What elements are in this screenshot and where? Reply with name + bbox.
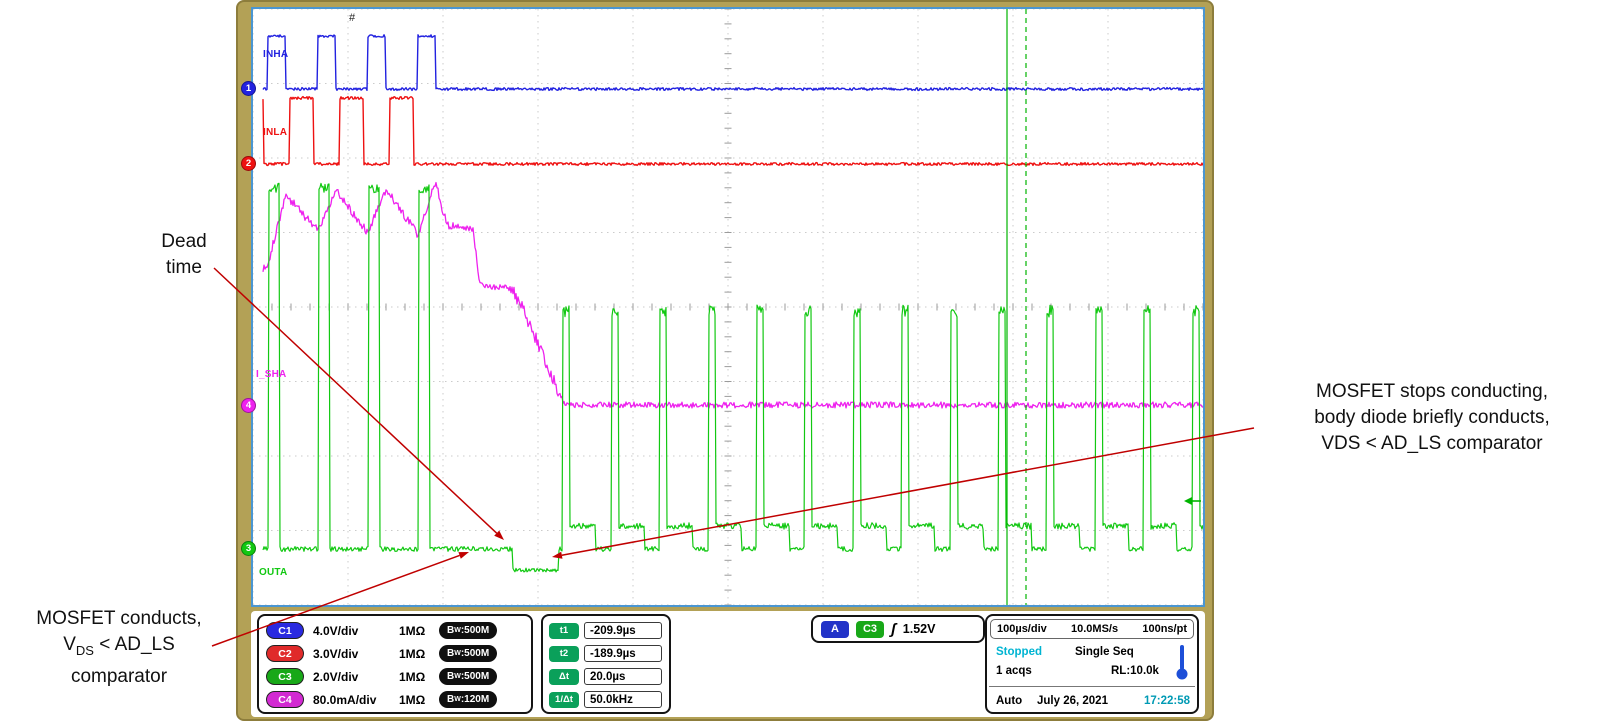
cursor-row: Δt 20.0µs (549, 667, 662, 686)
ch2-trace-label: INLA (263, 127, 288, 138)
cursor-t2-badge[interactable]: t2 (549, 645, 579, 662)
ch4-bandwidth-badge: B W:120M (439, 691, 498, 708)
date: July 26, 2021 (1037, 695, 1108, 707)
trigger-edge-icon: ʃ (891, 620, 896, 638)
ch1-position-marker[interactable]: 1 (241, 81, 256, 96)
trigger-mode: Auto (996, 695, 1023, 707)
cursor-t2-value: -189.9µs (584, 645, 662, 662)
annotation-line: VDS < AD_LS comparator (1321, 433, 1543, 454)
ch2-position-marker[interactable]: 2 (241, 156, 256, 171)
cursor-inverse-delta-t-value: 50.0kHz (584, 691, 662, 708)
cursor-delta-t-badge[interactable]: Δt (549, 668, 579, 685)
trigger-source-badge[interactable]: C3 (856, 620, 884, 638)
marker-number: 2 (245, 158, 252, 169)
channel-readout-row: C2 3.0V/div 1MΩ B W:500M (266, 644, 498, 663)
marker-number: 4 (245, 400, 252, 411)
oscilloscope-window: # 1 2 4 3 INHA INLA I_SHA OUTA C1 4.0V/d… (236, 0, 1214, 721)
channel-readout-row: C1 4.0V/div 1MΩ B W:500M (266, 621, 498, 640)
channel-readout-row: C3 2.0V/div 1MΩ B W:500M (266, 667, 498, 686)
figure-annotated-scope-capture: Dead time MOSFET conducts, VDS < AD_LS c… (0, 0, 1608, 721)
cursor-t1-value: -209.9µs (584, 622, 662, 639)
cursor-inverse-delta-t-badge[interactable]: 1/Δt (549, 691, 579, 708)
divider (989, 686, 1195, 687)
marker-number: 3 (245, 543, 252, 554)
ch1-scale: 4.0V/div (313, 623, 359, 638)
ch1-badge[interactable]: C1 (266, 622, 304, 639)
trigger-a-badge[interactable]: A (821, 620, 849, 638)
cursor-delta-t-value: 20.0µs (584, 668, 662, 685)
ch4-position-marker[interactable]: 4 (241, 398, 256, 413)
ch4-coupling: 1MΩ (399, 692, 426, 707)
cursor-t1-badge[interactable]: t1 (549, 622, 579, 639)
annotation-line: body diode briefly conducts, (1314, 407, 1550, 428)
ch3-position-marker[interactable]: 3 (241, 541, 256, 556)
clock: 17:22:58 (1143, 695, 1190, 707)
trigger-position-mark: # (349, 12, 356, 24)
sequence-mode: Single Seq (1075, 646, 1134, 658)
ch3-trace-label: OUTA (259, 567, 288, 578)
ch1-trace (262, 34, 1203, 92)
ch4-badge[interactable]: C4 (266, 691, 304, 708)
cursor-row: t1 -209.9µs (549, 621, 662, 640)
cursor-row: 1/Δt 50.0kHz (549, 690, 662, 709)
ch3-coupling: 1MΩ (399, 669, 426, 684)
annotation-mosfet-conducts: MOSFET conducts, VDS < AD_LS comparator (0, 606, 238, 690)
acquisition-count: 1 acqs (996, 665, 1032, 677)
ch2-badge[interactable]: C2 (266, 645, 304, 662)
timebase-readout: 100µs/div 10.0MS/s 100ns/pt (990, 619, 1194, 639)
ch2-coupling: 1MΩ (399, 646, 426, 661)
cursor-row: t2 -189.9µs (549, 644, 662, 663)
ch2-bandwidth-badge: B W:500M (439, 645, 498, 662)
ch3-badge[interactable]: C3 (266, 668, 304, 685)
ch1-coupling: 1MΩ (399, 623, 426, 638)
run-state: Stopped (996, 646, 1042, 658)
ch3-scale: 2.0V/div (313, 669, 359, 684)
annotation-line: VDS < AD_LS (63, 634, 175, 658)
ch1-bandwidth-badge: B W:500M (439, 622, 498, 639)
annotation-line: Dead (161, 231, 207, 252)
annotation-dead-time: Dead time (138, 229, 230, 281)
ch3-trace (262, 182, 1203, 573)
ch4-trace (262, 181, 1203, 409)
annotation-line: comparator (70, 665, 168, 687)
trigger-level: 1.52V (902, 622, 936, 636)
annotation-line: time (166, 257, 202, 278)
ch1-trace-label: INHA (263, 49, 289, 60)
waveform-traces: # (262, 9, 1203, 605)
ch4-scale: 80.0mA/div (313, 692, 377, 707)
timebase-scale: 100µs/div (997, 623, 1047, 635)
ch3-bandwidth-badge: B W:500M (439, 668, 498, 685)
scope-display[interactable]: # 1 2 4 3 INHA INLA I_SHA OUTA (241, 7, 1205, 607)
marker-number: 1 (245, 83, 252, 94)
ch2-trace (262, 95, 1203, 167)
sample-resolution: 100ns/pt (1142, 623, 1187, 635)
channel-readout-row: C4 80.0mA/div 1MΩ B W:120M (266, 690, 498, 709)
horizontal-position-icon (1176, 645, 1188, 680)
ch2-scale: 3.0V/div (313, 646, 359, 661)
record-length: RL:10.0k (1111, 665, 1159, 677)
channel-settings-box: C1 4.0V/div 1MΩ B W:500M C2 3.0V/div 1MΩ … (257, 614, 533, 714)
sample-rate: 10.0MS/s (1071, 623, 1119, 635)
scope-readout-bar: C1 4.0V/div 1MΩ B W:500M C2 3.0V/div 1MΩ … (251, 611, 1205, 717)
timebase-status-box: 100µs/div 10.0MS/s 100ns/pt Stopped Sing… (985, 614, 1199, 714)
trigger-readout[interactable]: A C3 ʃ 1.52V (811, 615, 985, 643)
annotation-line: MOSFET conducts, (36, 608, 202, 629)
ch4-trace-label: I_SHA (256, 369, 287, 380)
cursor-readout-box: t1 -209.9µs t2 -189.9µs Δt 20.0µs 1/Δt 5… (541, 614, 671, 714)
annotation-mosfet-stops: MOSFET stops conducting, body diode brie… (1256, 379, 1608, 457)
annotation-line: MOSFET stops conducting, (1316, 381, 1548, 402)
